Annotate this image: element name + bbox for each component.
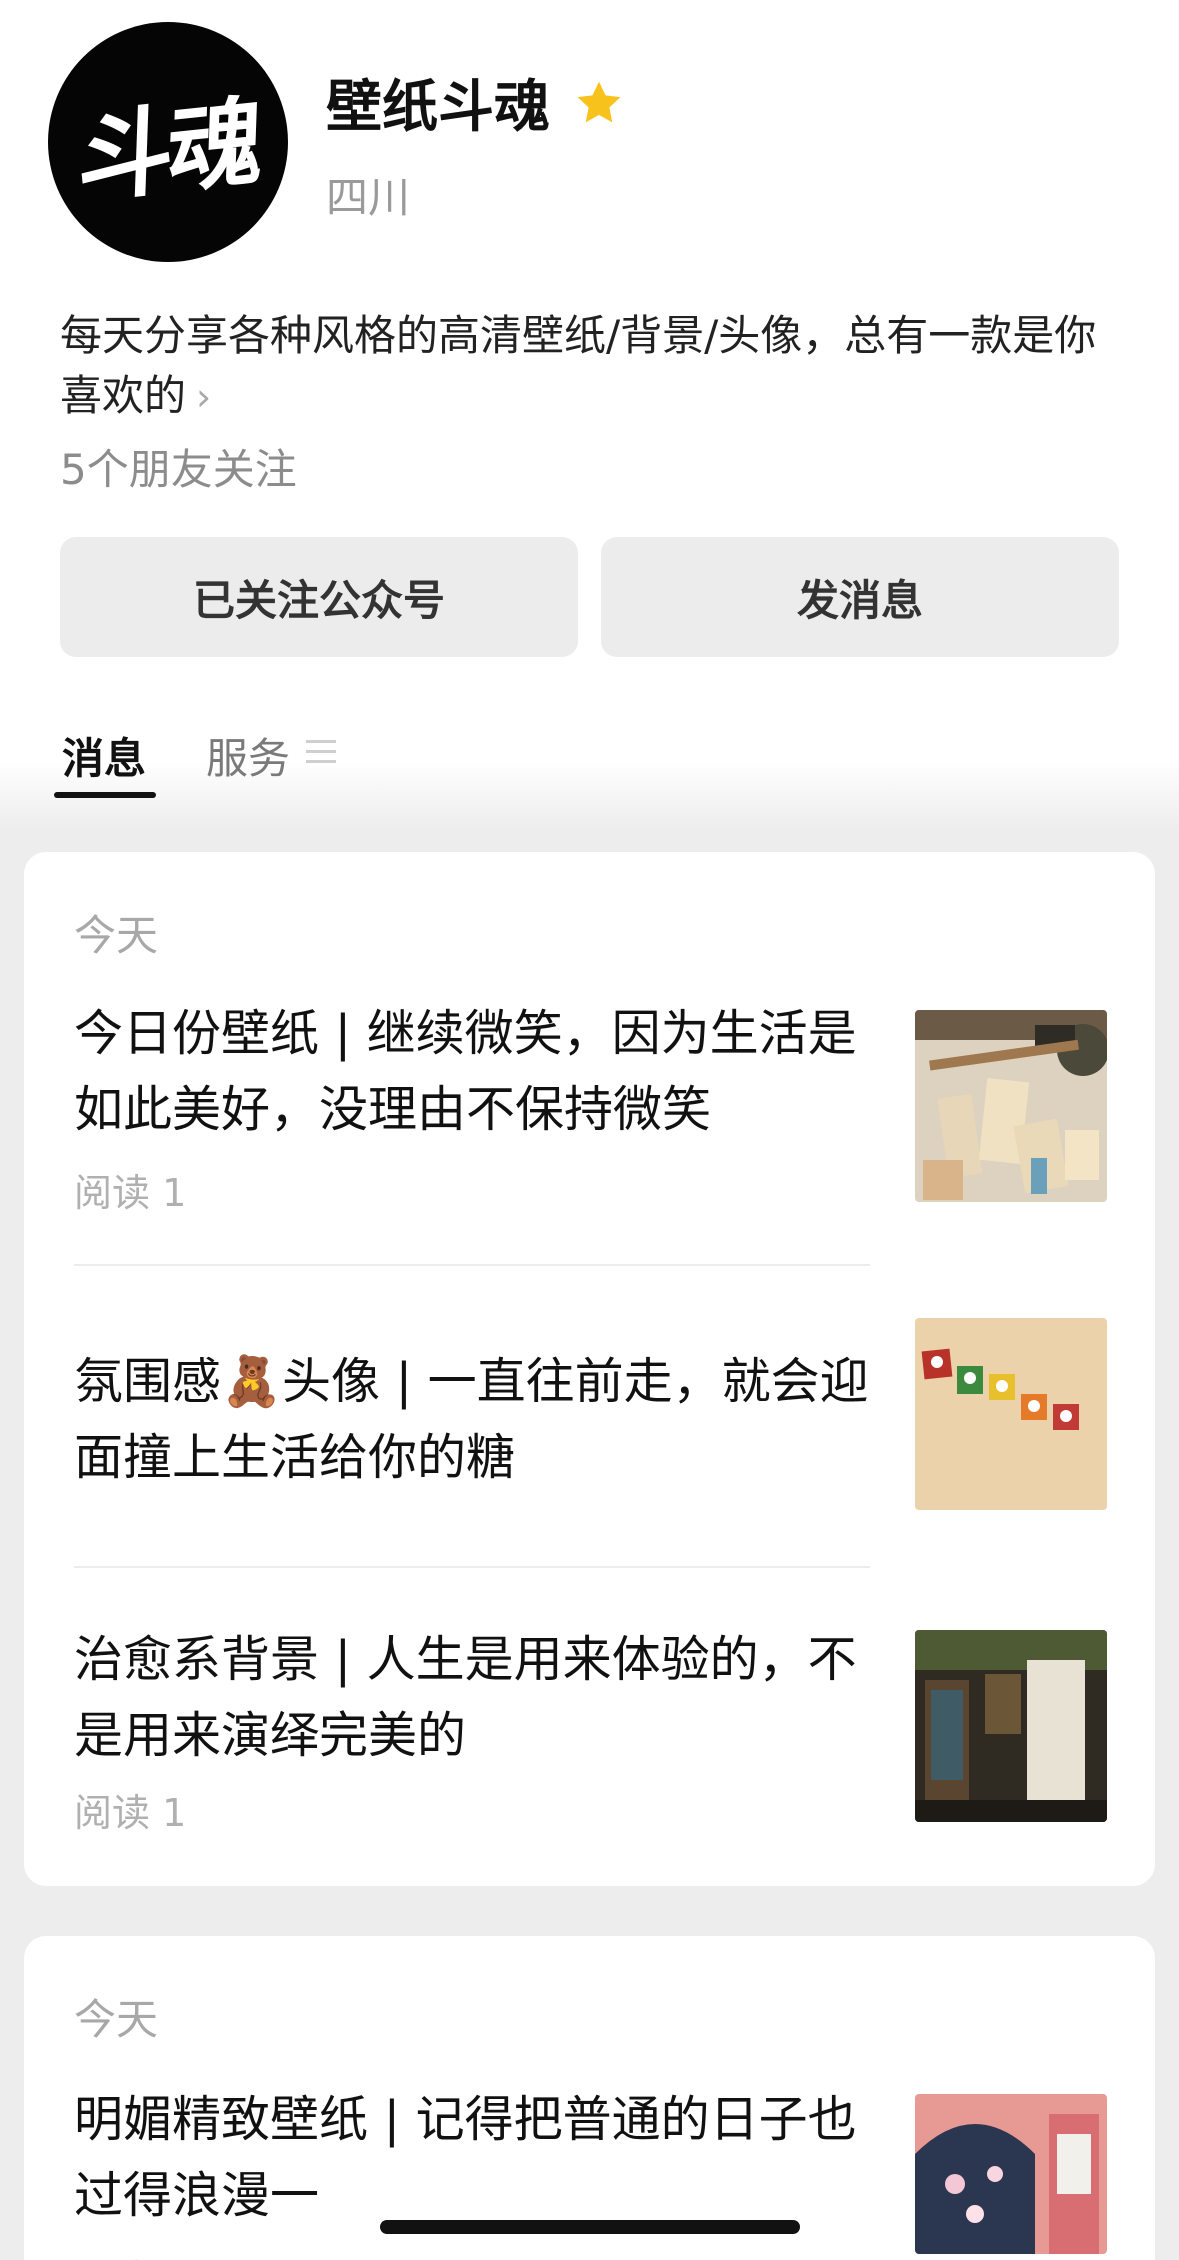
- day-label: 今天: [74, 911, 159, 960]
- article-title[interactable]: 今日份壁纸 | 继续微笑，因为生活是如此美好，没理由不保持微笑: [74, 996, 894, 1148]
- read-count: 阅读 1: [74, 1791, 187, 1835]
- article-title[interactable]: 氛围感🧸头像 | 一直往前走，就会迎面撞上生活给你的糖: [74, 1344, 894, 1496]
- message-card: 今天 今日份壁纸 | 继续微笑，因为生活是如此美好，没理由不保持微笑 阅读 1 …: [24, 852, 1155, 1886]
- chevron-right-icon[interactable]: ›: [196, 367, 211, 427]
- bio-text: 每天分享各种风格的高清壁纸/背景/头像，总有一款是你喜欢的: [60, 311, 1097, 420]
- avatar-logo-text: 斗魂: [76, 83, 260, 217]
- article-thumbnail[interactable]: [915, 1010, 1107, 1202]
- message-card: 今天 明媚精致壁纸 | 记得把普通的日子也过得浪漫一 阅读 1: [24, 1936, 1155, 2260]
- active-tab-indicator: [54, 792, 156, 798]
- read-count: 阅读 1: [74, 1171, 187, 1215]
- account-location: 四川: [326, 173, 411, 222]
- article-title[interactable]: 明媚精致壁纸 | 记得把普通的日子也过得浪漫一: [74, 2082, 894, 2234]
- account-name: 壁纸斗魂: [326, 75, 550, 140]
- friends-following[interactable]: 5个朋友关注: [60, 436, 297, 497]
- tab-services[interactable]: 服务: [206, 725, 290, 786]
- day-label: 今天: [74, 1995, 159, 2044]
- account-bio[interactable]: 每天分享各种风格的高清壁纸/背景/头像，总有一款是你喜欢的 ›: [60, 306, 1120, 427]
- divider: [74, 1264, 870, 1266]
- home-indicator[interactable]: [380, 2220, 800, 2234]
- article-thumbnail[interactable]: [915, 1630, 1107, 1822]
- followed-account-button[interactable]: 已关注公众号: [60, 537, 578, 657]
- tab-messages[interactable]: 消息: [62, 725, 146, 786]
- send-message-button[interactable]: 发消息: [601, 537, 1119, 657]
- read-count: 阅读 1: [74, 2248, 186, 2260]
- account-name-row: 壁纸斗魂: [326, 62, 626, 143]
- article-title[interactable]: 治愈系背景 | 人生是用来体验的，不是用来演绎完美的: [74, 1622, 894, 1774]
- avatar[interactable]: 斗魂: [48, 22, 288, 262]
- menu-icon[interactable]: [306, 738, 336, 766]
- article-thumbnail[interactable]: [915, 1318, 1107, 1510]
- article-thumbnail[interactable]: [915, 2094, 1107, 2254]
- divider: [74, 1566, 870, 1568]
- star-icon[interactable]: [572, 76, 626, 130]
